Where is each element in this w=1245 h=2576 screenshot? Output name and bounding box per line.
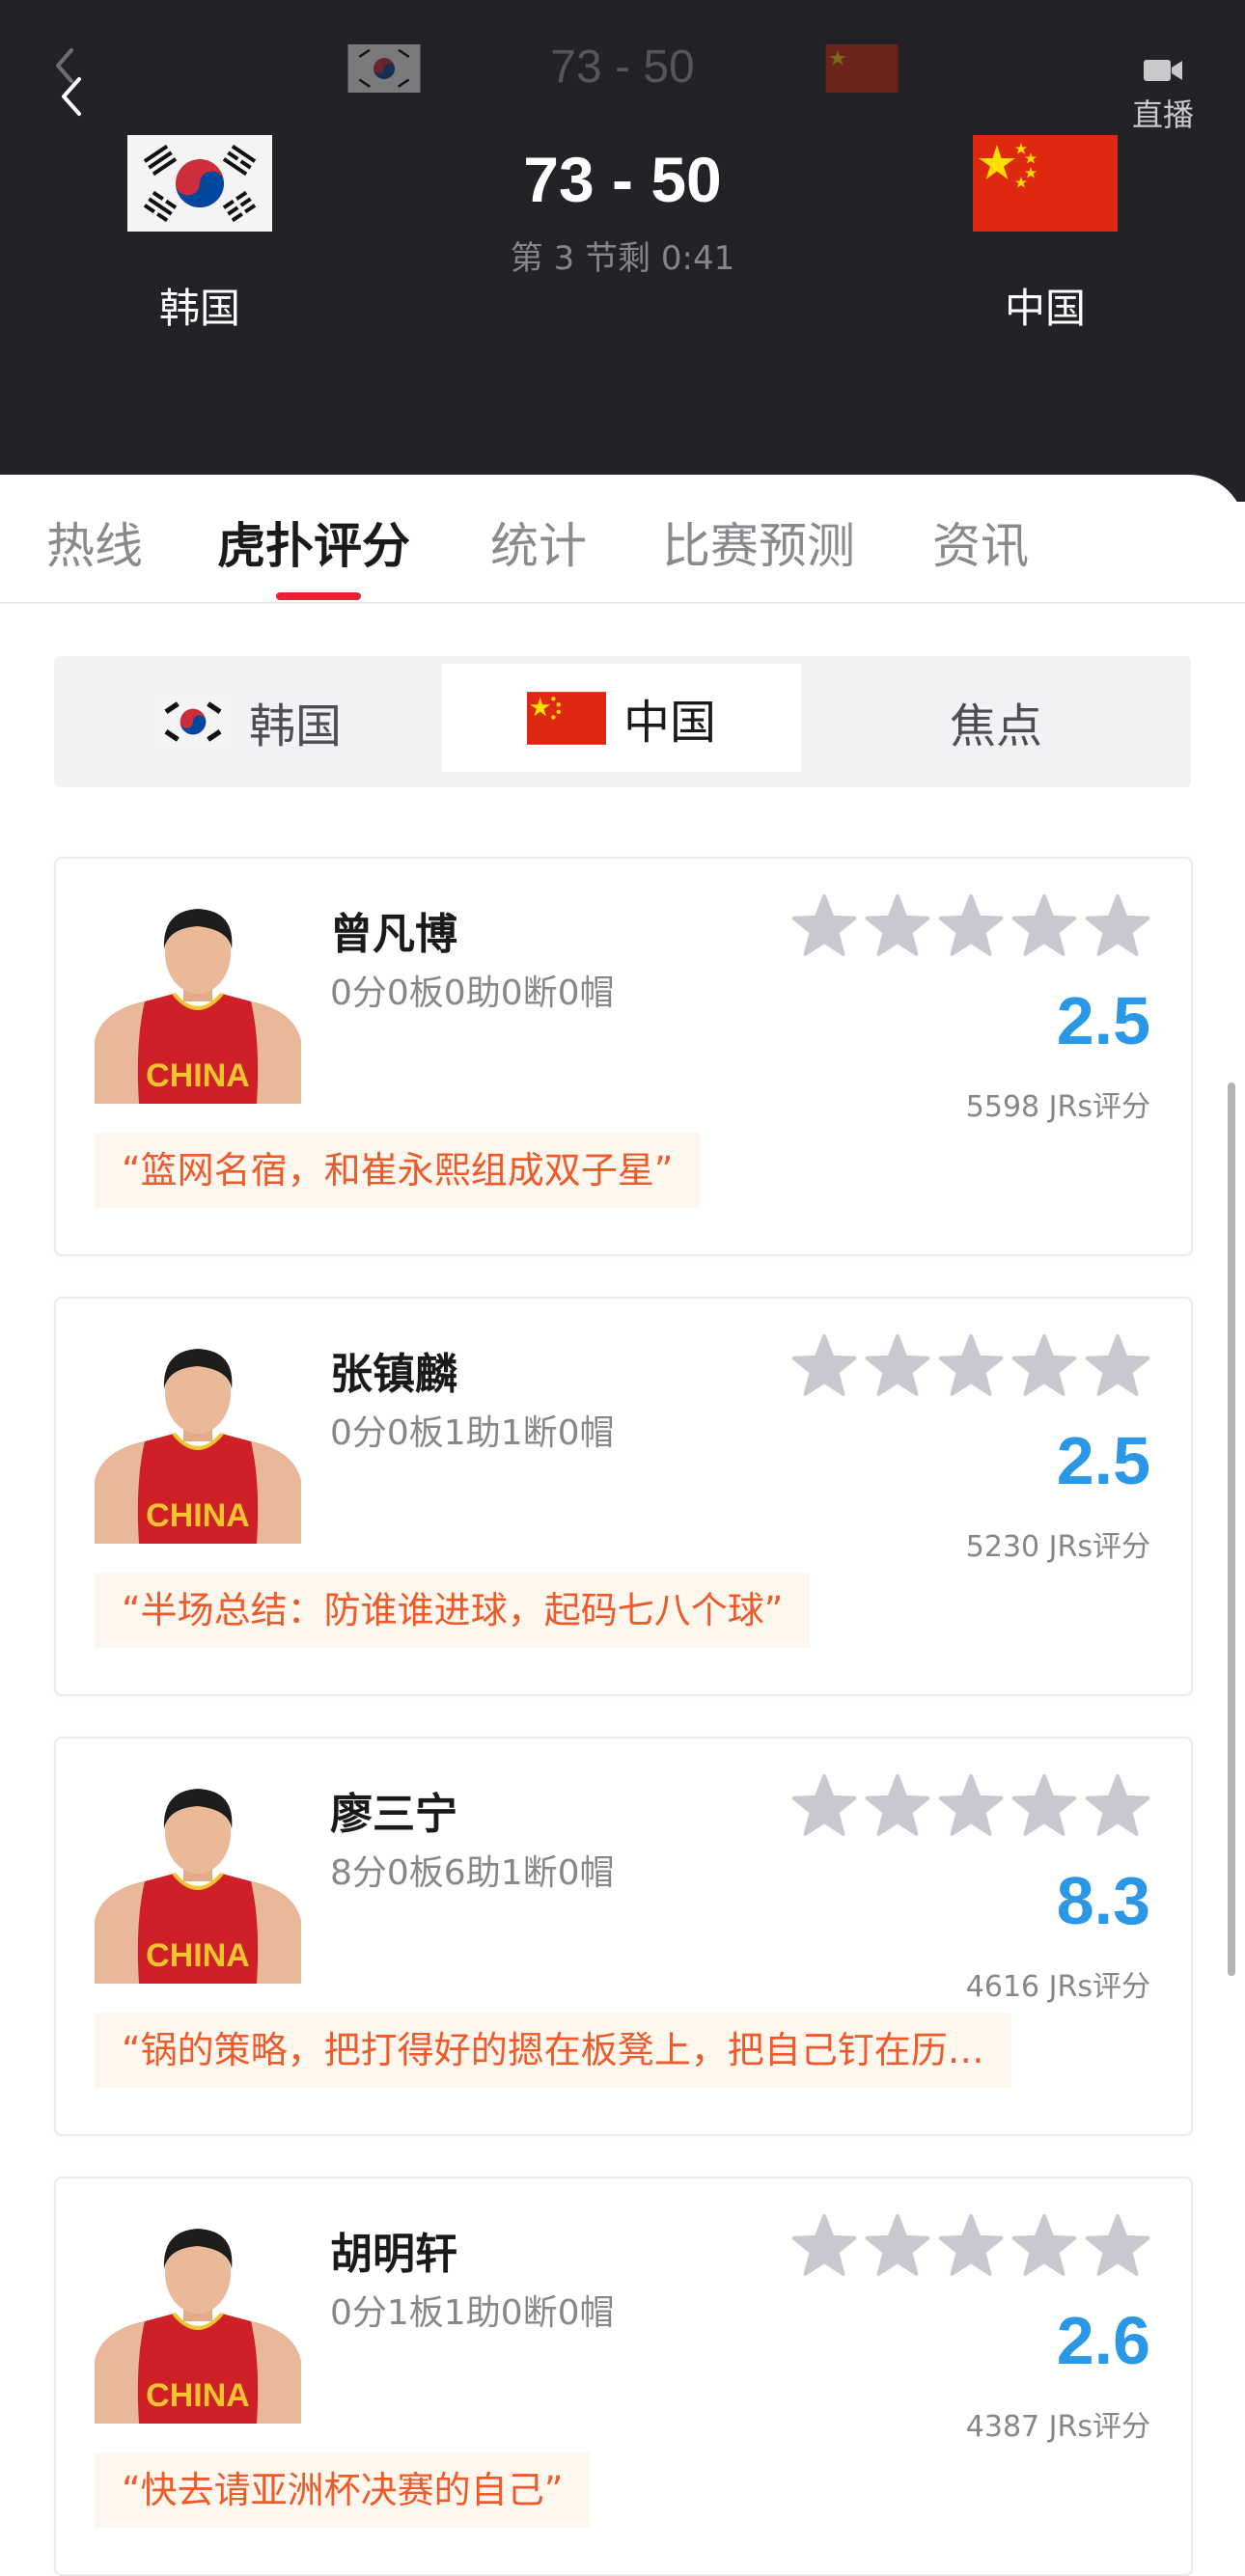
home-team-name: 韩国 xyxy=(158,285,240,332)
star-rating[interactable] xyxy=(789,891,1156,961)
star-icon[interactable] xyxy=(1085,1334,1150,1396)
star-icon[interactable] xyxy=(865,2214,930,2276)
rating-count: 5230 JRs评分 xyxy=(965,1530,1150,1564)
player-card[interactable]: CHINA 胡明轩 0分1板1助0断0帽 2.6 4387 JRs评分 “快去请… xyxy=(54,2177,1193,2576)
back-arrow-icon[interactable] xyxy=(56,75,85,118)
live-button[interactable]: 直播 xyxy=(1124,56,1202,135)
top-comment[interactable]: “半场总结：防谁谁进球，起码七八个球” xyxy=(95,1573,811,1648)
segment-focus[interactable]: 焦点 xyxy=(801,656,1191,787)
korea-flag-icon xyxy=(127,135,272,232)
player-rating: 2.5 xyxy=(1056,983,1150,1058)
top-comment[interactable]: “锅的策略，把打得好的摁在板凳上，把自己钉在历… xyxy=(95,2013,1011,2088)
rating-count: 5598 JRs评分 xyxy=(965,1090,1150,1124)
star-rating[interactable] xyxy=(789,2211,1156,2281)
svg-text:CHINA: CHINA xyxy=(146,1937,250,1974)
player-stats: 0分1板1助0断0帽 xyxy=(330,2293,615,2333)
active-tab-indicator xyxy=(276,592,361,600)
star-icon[interactable] xyxy=(938,894,1004,956)
svg-text:CHINA: CHINA xyxy=(146,1497,250,1534)
svg-text:CHINA: CHINA xyxy=(146,2377,250,2414)
segment-china-label: 中国 xyxy=(622,696,716,750)
star-icon[interactable] xyxy=(865,1774,930,1836)
top-comment[interactable]: “篮网名宿，和崔永熙组成双子星” xyxy=(95,1133,701,1208)
player-card[interactable]: CHINA 张镇麟 0分0板1助1断0帽 2.5 5230 JRs评分 “半场总… xyxy=(54,1297,1193,1696)
star-icon[interactable] xyxy=(938,1334,1004,1396)
away-team-name: 中国 xyxy=(1004,285,1086,332)
star-rating[interactable] xyxy=(789,1331,1156,1401)
star-icon[interactable] xyxy=(1085,1774,1150,1836)
china-flag-icon xyxy=(973,135,1118,232)
star-icon[interactable] xyxy=(938,2214,1004,2276)
rating-count: 4616 JRs评分 xyxy=(965,1970,1150,2004)
top-comment[interactable]: “快去请亚洲杯决赛的自己” xyxy=(95,2453,591,2528)
player-name: 廖三宁 xyxy=(330,1790,457,1839)
player-card[interactable]: CHINA 廖三宁 8分0板6助1断0帽 8.3 4616 JRs评分 “锅的策… xyxy=(54,1737,1193,2136)
star-icon[interactable] xyxy=(1011,2214,1077,2276)
star-icon[interactable] xyxy=(791,1334,857,1396)
game-header: 73 - 50 直播 韩国 73 - 50 第 3 节剩 0:41 中国 xyxy=(0,0,1245,502)
player-name: 胡明轩 xyxy=(330,2230,457,2279)
star-icon[interactable] xyxy=(1011,894,1077,956)
player-photo: CHINA xyxy=(95,1777,301,1984)
star-icon[interactable] xyxy=(938,1774,1004,1836)
korea-flag-icon xyxy=(153,696,232,748)
star-icon[interactable] xyxy=(865,894,930,956)
tab-bar: 热线 虎扑评分 统计 比赛预测 资讯 xyxy=(0,475,1245,604)
star-icon[interactable] xyxy=(1085,2214,1150,2276)
star-rating[interactable] xyxy=(789,1771,1156,1841)
live-label: 直播 xyxy=(1131,96,1194,133)
tab-news[interactable]: 资讯 xyxy=(932,507,1029,577)
segment-focus-label: 焦点 xyxy=(949,699,1042,754)
player-name: 曾凡博 xyxy=(330,910,457,959)
star-icon[interactable] xyxy=(1085,894,1150,956)
content-panel: 热线 虎扑评分 统计 比赛预测 资讯 韩国 中国 焦点 CHINA 曾凡博 0分… xyxy=(0,475,1245,2576)
segment-china[interactable]: 中国 xyxy=(442,664,801,772)
china-flag-icon xyxy=(526,691,606,745)
svg-text:CHINA: CHINA xyxy=(146,1057,250,1094)
tab-prediction[interactable]: 比赛预测 xyxy=(662,507,855,577)
tab-stats[interactable]: 统计 xyxy=(490,507,587,577)
video-camera-icon xyxy=(1144,60,1182,81)
star-icon[interactable] xyxy=(1011,1774,1077,1836)
segment-korea-label: 韩国 xyxy=(248,699,342,754)
tab-hotline[interactable]: 热线 xyxy=(46,507,143,577)
player-photo: CHINA xyxy=(95,1337,301,1544)
period-time: 第 3 节剩 0:41 xyxy=(510,239,735,278)
star-icon[interactable] xyxy=(791,894,857,956)
rating-count: 4387 JRs评分 xyxy=(965,2410,1150,2444)
player-name: 张镇麟 xyxy=(330,1350,457,1399)
star-icon[interactable] xyxy=(791,1774,857,1836)
team-segment-control: 韩国 中国 焦点 xyxy=(54,656,1191,787)
player-rating: 2.5 xyxy=(1056,1423,1150,1498)
player-photo: CHINA xyxy=(95,897,301,1104)
star-icon[interactable] xyxy=(791,2214,857,2276)
star-icon[interactable] xyxy=(1011,1334,1077,1396)
player-rating: 8.3 xyxy=(1056,1863,1150,1938)
score: 73 - 50 xyxy=(523,144,722,215)
mini-score: 73 - 50 xyxy=(550,41,695,93)
player-stats: 0分0板0助0断0帽 xyxy=(330,973,615,1013)
scrollbar[interactable] xyxy=(1228,1082,1235,1976)
star-icon[interactable] xyxy=(865,1334,930,1396)
player-stats: 0分0板1助1断0帽 xyxy=(330,1413,615,1453)
china-flag-icon xyxy=(825,44,899,93)
player-rating: 2.6 xyxy=(1056,2303,1150,2378)
segment-korea[interactable]: 韩国 xyxy=(54,656,442,787)
korea-flag-icon xyxy=(347,44,421,93)
player-card[interactable]: CHINA 曾凡博 0分0板0助0断0帽 2.5 5598 JRs评分 “篮网名… xyxy=(54,857,1193,1256)
tab-hupu-rating[interactable]: 虎扑评分 xyxy=(217,507,410,577)
player-stats: 8分0板6助1断0帽 xyxy=(330,1853,615,1893)
player-photo: CHINA xyxy=(95,2217,301,2424)
